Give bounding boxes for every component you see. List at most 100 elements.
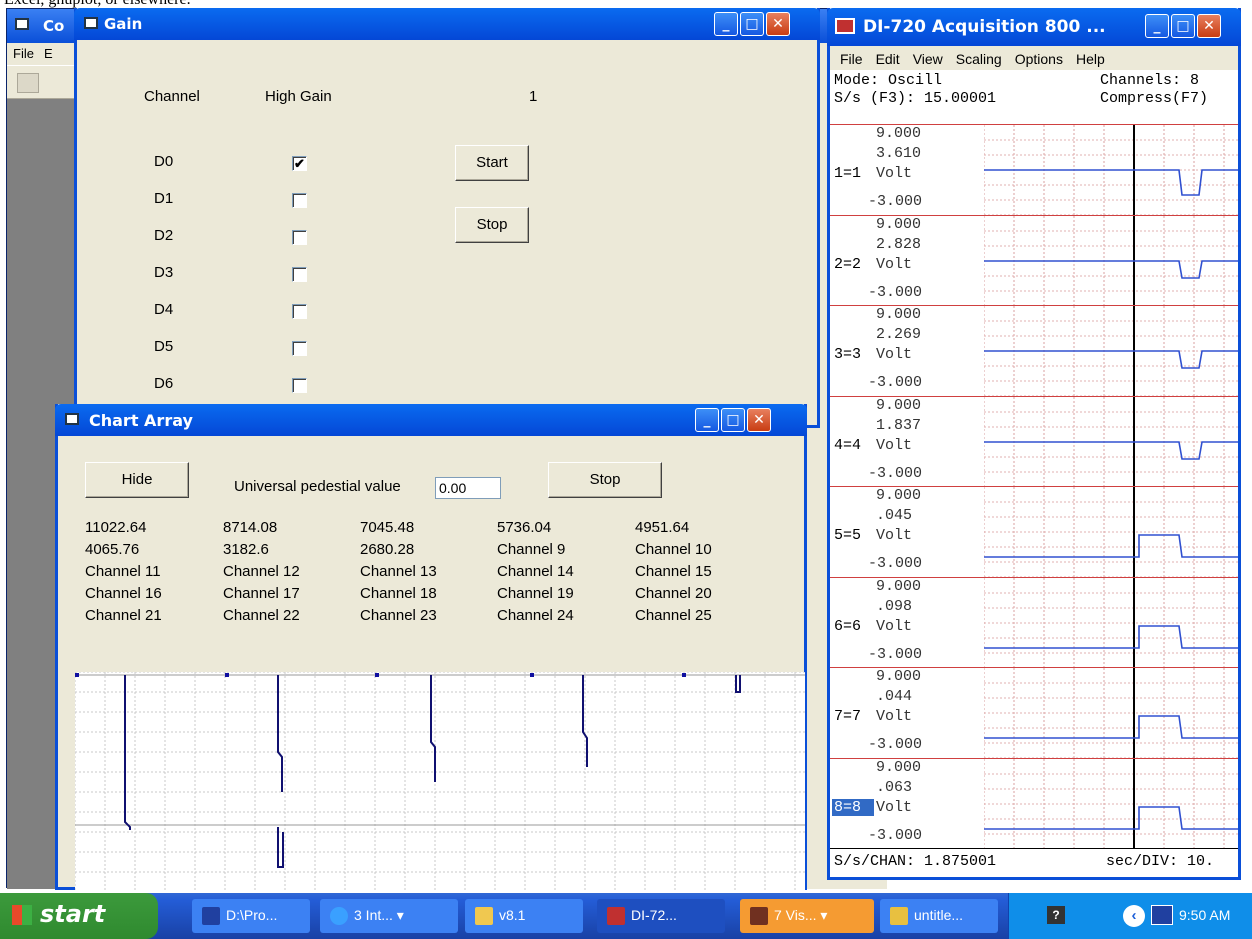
gain-title-bar[interactable]: Gain _ □ ✕: [74, 8, 820, 40]
plot-trace: [735, 675, 741, 693]
high-gain-checkbox[interactable]: [292, 341, 307, 356]
high-gain-checkbox[interactable]: [292, 193, 307, 208]
channel-label[interactable]: 1=1: [832, 165, 863, 182]
channel-label[interactable]: 2=2: [832, 256, 863, 273]
high-gain-checkbox[interactable]: [292, 267, 307, 282]
start-button[interactable]: Start: [455, 145, 529, 181]
channel-bottom: -3.000: [868, 736, 923, 753]
menu-help[interactable]: Help: [1076, 51, 1105, 67]
menu-edit[interactable]: E: [44, 46, 53, 61]
channel-value: Channel 17: [223, 585, 300, 602]
chart-caption-buttons: _ □ ✕: [695, 408, 771, 432]
channel-label[interactable]: 3=3: [832, 346, 863, 363]
app-icon: [15, 18, 29, 30]
taskbar-item-visual[interactable]: 7 Vis... ▾: [740, 899, 874, 933]
channel-value: Channel 15: [635, 563, 712, 580]
di720-window: DI-720 Acquisition 800 ... _ □ ✕ File Edi…: [827, 8, 1241, 880]
channel-label[interactable]: 4=4: [832, 437, 863, 454]
chart-stop-button[interactable]: Stop: [548, 462, 662, 498]
channel-bottom: -3.000: [868, 374, 923, 391]
minimize-button[interactable]: _: [714, 12, 738, 36]
plot-trace: [277, 827, 284, 868]
maximize-button[interactable]: □: [1171, 14, 1195, 38]
plot-trace: [277, 675, 283, 792]
high-gain-checkbox[interactable]: ✔: [292, 156, 307, 171]
channel-label[interactable]: 8=8: [832, 798, 874, 816]
channel-trace: [984, 350, 1238, 369]
channel-top: 9.000: [876, 306, 922, 323]
high-gain-checkbox[interactable]: [292, 230, 307, 245]
ve-tray-icon[interactable]: [1151, 905, 1173, 925]
high-gain-checkbox[interactable]: [292, 378, 307, 393]
start-label: start: [40, 900, 106, 928]
minimize-button[interactable]: _: [1145, 14, 1169, 38]
gain-caption-buttons: _ □ ✕: [714, 12, 790, 36]
plot-trace: [430, 675, 436, 782]
channel-unit: Volt: [876, 346, 913, 363]
channel-top: 9.000: [876, 577, 922, 595]
menu-edit[interactable]: Edit: [876, 51, 900, 67]
stop-button[interactable]: Stop: [455, 207, 529, 243]
toolbar-icon[interactable]: [17, 73, 39, 93]
pedestal-input[interactable]: [435, 477, 501, 499]
channel-value: 3182.6: [223, 541, 269, 558]
di720-caption-buttons: _ □ ✕: [1145, 14, 1221, 38]
channel-unit: Volt: [876, 798, 913, 816]
taskbar-item-untitled[interactable]: untitle...: [880, 899, 998, 933]
channel-value: Channel 24: [497, 607, 574, 624]
minimize-button[interactable]: _: [695, 408, 719, 432]
channel-value: .044: [876, 688, 913, 705]
high-gain-checkbox[interactable]: [292, 304, 307, 319]
taskbar-item-dpro[interactable]: D:\Pro...: [192, 899, 310, 933]
hide-button[interactable]: Hide: [85, 462, 189, 498]
channel-unit: Volt: [876, 436, 913, 454]
channel-label[interactable]: 5=5: [832, 527, 863, 544]
close-button[interactable]: ✕: [766, 12, 790, 36]
channel-label[interactable]: 7=7: [832, 708, 863, 725]
taskbar-item-label: 7 Vis...: [774, 907, 817, 923]
di720-title-bar[interactable]: DI-720 Acquisition 800 ... _ □ ✕: [827, 8, 1241, 46]
chart-array-title: Chart Array: [89, 411, 193, 430]
taskbar-item-label: v8.1: [499, 907, 526, 923]
windows-flag-icon: [12, 905, 32, 925]
chart-array-title-bar[interactable]: Chart Array _ □ ✕: [55, 404, 807, 436]
chevron-left-icon[interactable]: ‹: [1123, 905, 1145, 927]
channel-label[interactable]: 6=6: [832, 618, 863, 635]
plot-marker: [682, 673, 686, 677]
channel-header: Channel: [144, 88, 200, 105]
close-button[interactable]: ✕: [1197, 14, 1221, 38]
close-button[interactable]: ✕: [747, 408, 771, 432]
menu-view[interactable]: View: [913, 51, 943, 67]
channel-unit: Volt: [876, 708, 913, 725]
maximize-button[interactable]: □: [721, 408, 745, 432]
taskbar-item-internet[interactable]: 3 Int... ▾: [320, 899, 458, 933]
channel-value: .098: [876, 597, 913, 615]
help-tray-icon[interactable]: ?: [1047, 906, 1065, 924]
start-button[interactable]: start: [0, 893, 158, 939]
di720-channel-strip: 9.000 .044 Volt -3.000 7=7: [830, 667, 1238, 759]
gain-channel-label: D1: [154, 190, 174, 207]
channel-top: 9.000: [876, 125, 922, 142]
channel-unit: Volt: [876, 165, 913, 182]
rate-text: S/s (F3): 15.00001: [834, 90, 997, 107]
channels-text: Channels: 8: [1100, 72, 1200, 89]
channel-value: Channel 16: [85, 585, 162, 602]
compress-text[interactable]: Compress(F7): [1100, 90, 1208, 107]
taskbar-item-v81[interactable]: v8.1: [465, 899, 583, 933]
menu-file[interactable]: File: [13, 46, 34, 61]
maximize-button[interactable]: □: [740, 12, 764, 36]
channel-value: 3.610: [876, 145, 922, 162]
background-toolbar: [7, 65, 77, 99]
menu-scaling[interactable]: Scaling: [956, 51, 1002, 67]
menu-file[interactable]: File: [840, 51, 863, 67]
channel-value: 2.269: [876, 326, 922, 343]
channel-value: 4065.76: [85, 541, 140, 558]
channel-value: Channel 25: [635, 607, 712, 624]
menu-options[interactable]: Options: [1015, 51, 1063, 67]
taskbar-item-di72[interactable]: DI-72...: [597, 899, 725, 933]
folder-icon: [475, 907, 493, 925]
plot-marker: [530, 673, 534, 677]
chart-array-plot: [74, 671, 805, 890]
channel-trace-plot: [984, 668, 1238, 759]
channel-value: Channel 22: [223, 607, 300, 624]
